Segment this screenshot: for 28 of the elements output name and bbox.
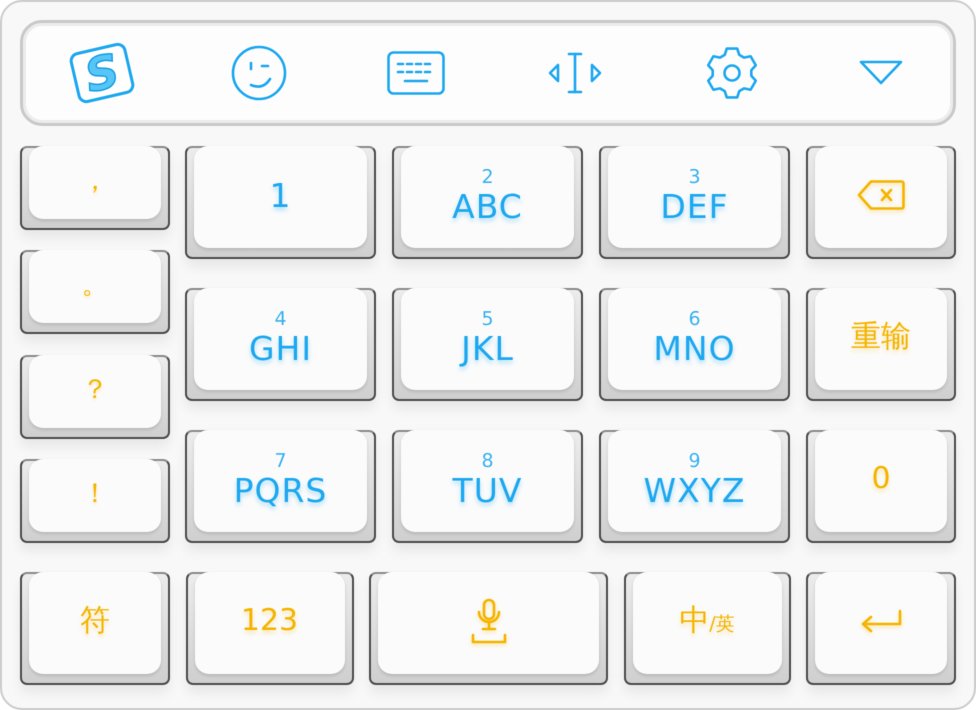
keyboard-key[interactable]: 123 xyxy=(186,572,354,685)
keyboard-icon[interactable] xyxy=(386,51,444,95)
microphone-icon xyxy=(470,598,506,644)
smiley-icon[interactable] xyxy=(230,44,288,102)
digit-key[interactable]: 1 xyxy=(185,146,376,259)
punctuation-key[interactable]: ？ xyxy=(20,354,170,439)
letter-key[interactable]: 4 GHI xyxy=(185,288,376,401)
letter-key[interactable]: 5 JKL xyxy=(392,288,583,401)
letter-key[interactable]: 9 WXYZ xyxy=(599,430,790,543)
settings-icon[interactable] xyxy=(704,46,758,100)
letter-key[interactable]: 8 TUV xyxy=(392,430,583,543)
backspace-key[interactable] xyxy=(806,146,956,259)
keyboard-key[interactable]: 重输 xyxy=(806,288,956,401)
enter-key[interactable] xyxy=(806,572,956,685)
keyboard-key[interactable]: 符 xyxy=(20,572,170,685)
logo[interactable]: S xyxy=(67,41,136,105)
punctuation-key[interactable]: 。 xyxy=(20,250,170,334)
voice-key[interactable] xyxy=(369,572,608,685)
letter-key[interactable]: 7 PQRS xyxy=(185,430,376,543)
letter-key[interactable]: 6 MNO xyxy=(599,288,790,401)
punctuation-key[interactable]: ！ xyxy=(20,458,170,543)
keyboard-key[interactable]: 0 xyxy=(806,430,956,543)
backspace-icon xyxy=(856,179,906,211)
enter-icon xyxy=(859,609,903,633)
letter-key[interactable]: 2 ABC xyxy=(392,146,583,259)
triangle-down-icon[interactable] xyxy=(858,59,904,87)
letter-key[interactable]: 3 DEF xyxy=(599,146,790,259)
punctuation-key[interactable]: ， xyxy=(20,146,170,230)
